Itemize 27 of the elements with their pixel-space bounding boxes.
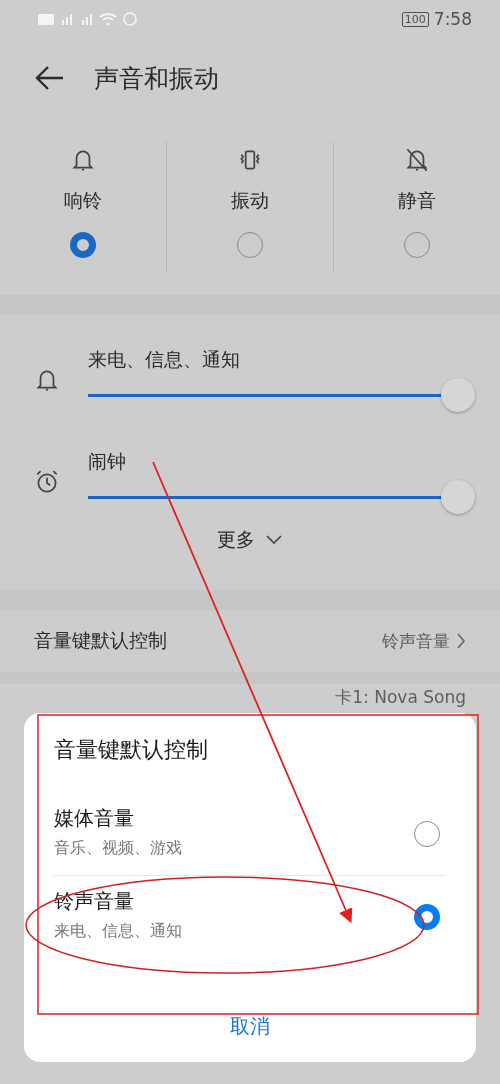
back-icon[interactable] (34, 65, 64, 91)
dialog-title: 音量键默认控制 (54, 736, 209, 764)
option-description: 音乐、视频、游戏 (54, 838, 182, 859)
cancel-button[interactable]: 取消 (220, 1009, 280, 1044)
chevron-right-icon (456, 632, 466, 650)
chevron-down-icon (265, 534, 283, 546)
slider-thumb[interactable] (441, 378, 475, 412)
volume-slider[interactable] (88, 479, 475, 515)
muted-bell-icon (404, 146, 430, 174)
page-title: 声音和振动 (94, 62, 219, 95)
option-label: 媒体音量 (54, 805, 135, 832)
radio-button[interactable] (70, 232, 96, 258)
setting-value: 铃声音量 (382, 629, 450, 653)
volume-label: 来电、信息、通知 (88, 347, 241, 372)
mode-label: 振动 (231, 188, 269, 213)
volume-slider[interactable] (88, 377, 475, 413)
volume-label: 闹钟 (88, 449, 127, 474)
mode-label: 静音 (398, 188, 436, 213)
battery-level: 100 (401, 11, 429, 27)
setting-label: 音量键默认控制 (34, 628, 167, 653)
radio-button[interactable] (414, 904, 440, 930)
more-link[interactable]: 更多 (217, 527, 255, 553)
setting-value: 卡1: Nova Song (335, 686, 466, 709)
option-description: 来电、信息、通知 (54, 921, 182, 942)
clock: 7:58 (433, 9, 472, 29)
mode-label: 响铃 (64, 188, 102, 213)
slider-thumb[interactable] (441, 480, 475, 514)
